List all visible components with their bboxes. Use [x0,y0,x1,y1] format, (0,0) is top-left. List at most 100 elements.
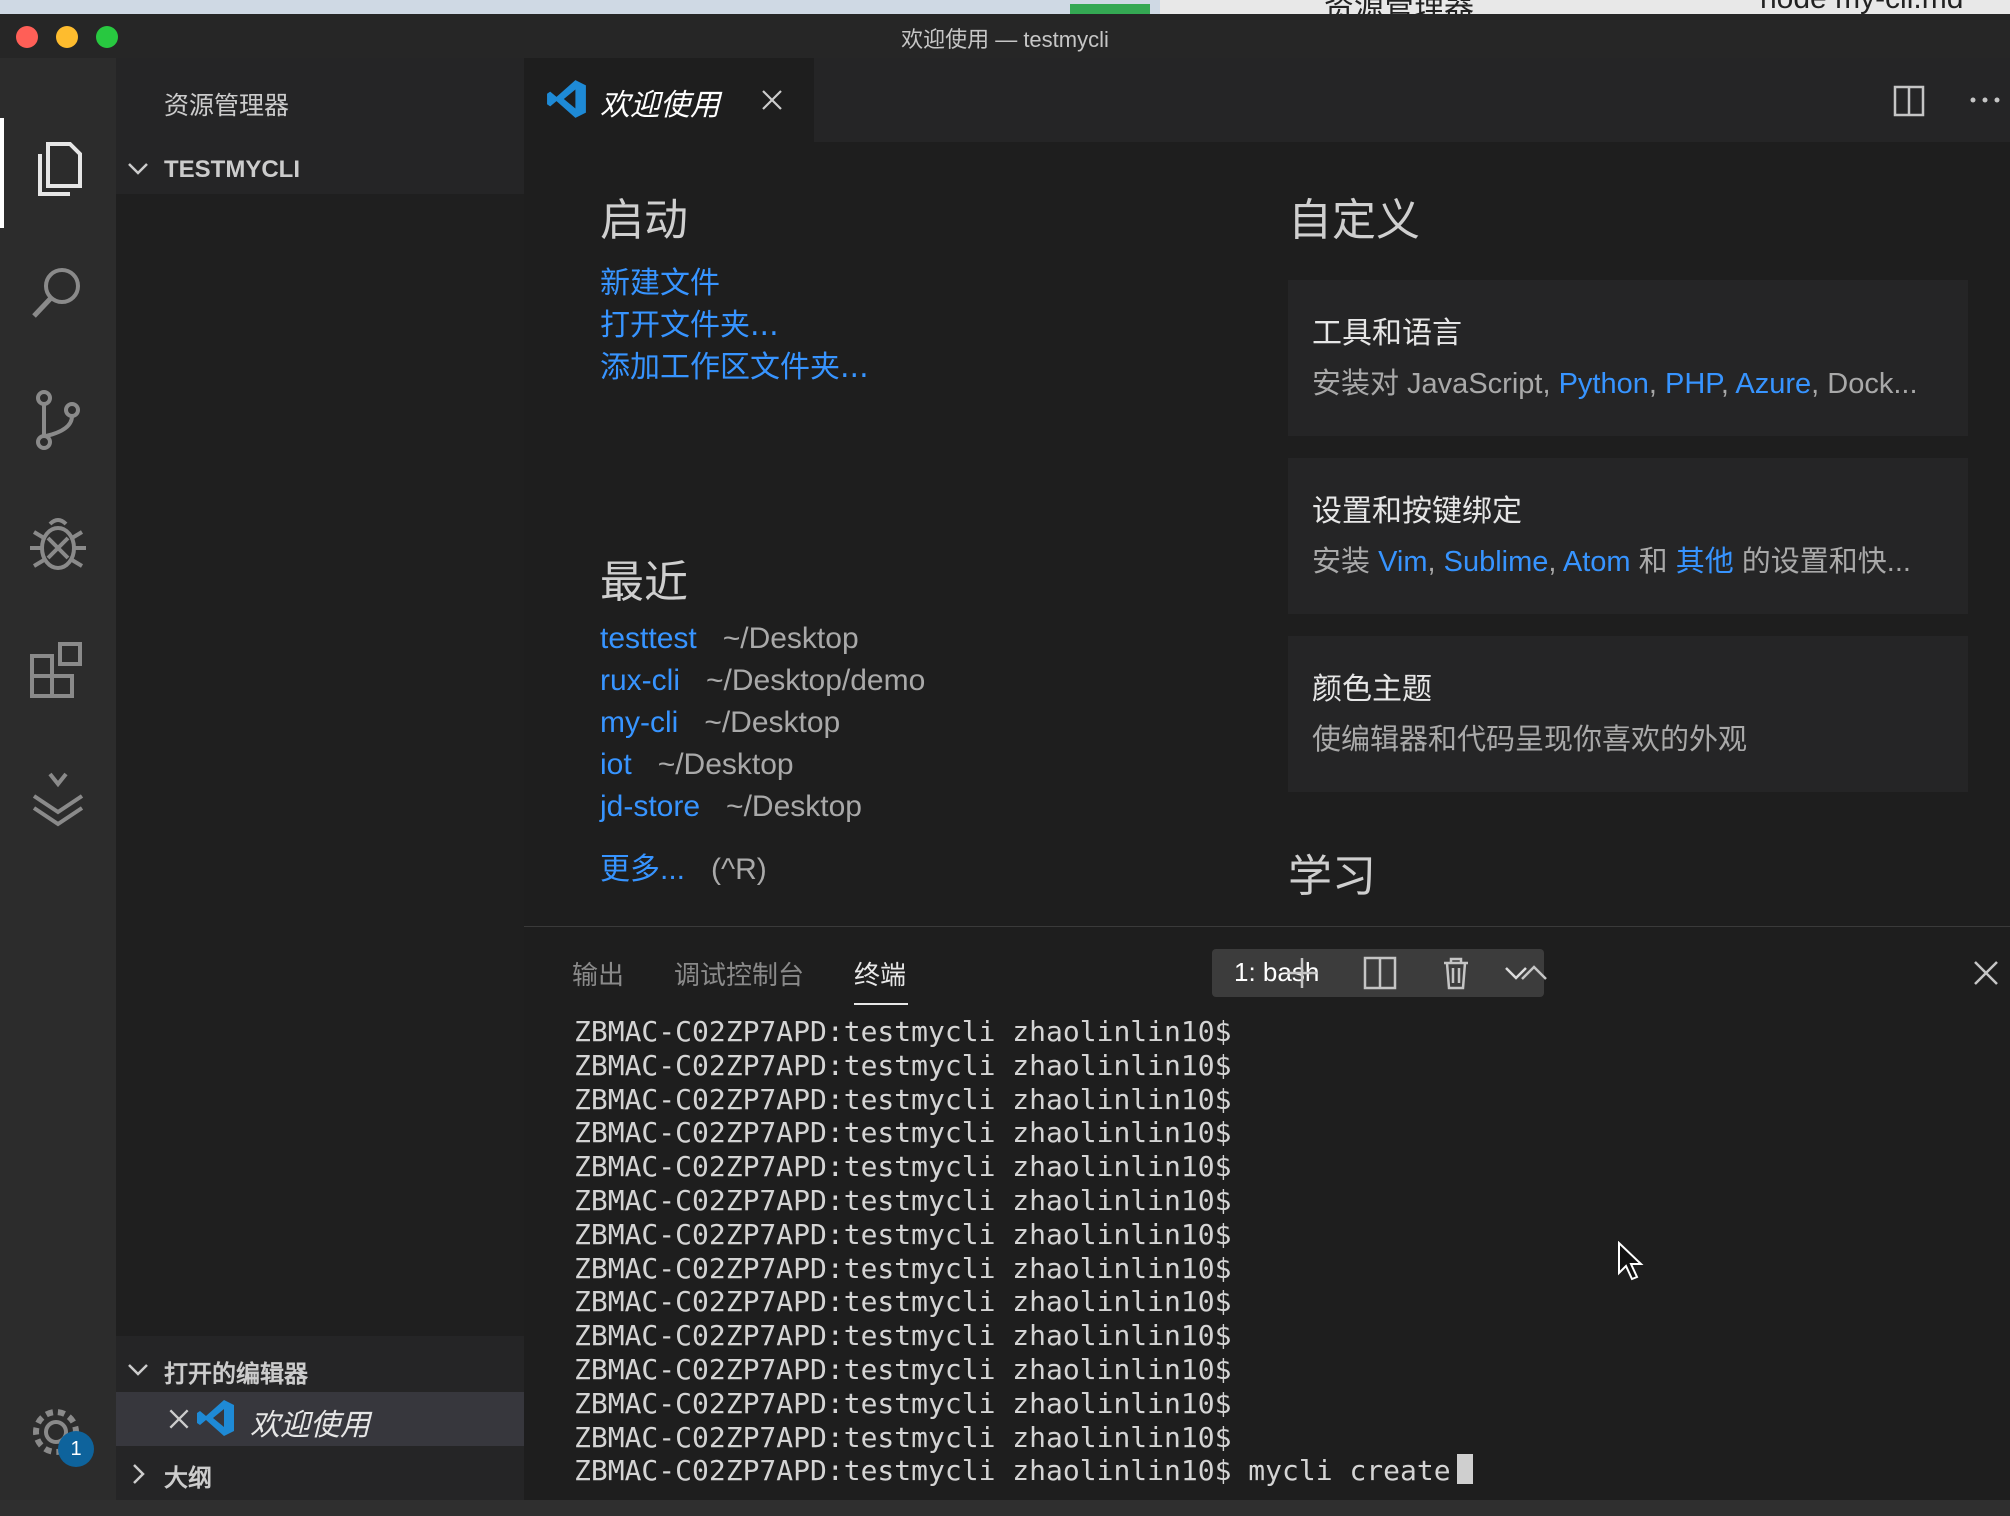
vscode-logo-icon [547,80,586,118]
card-description: 使编辑器和代码呈现你喜欢的外观 [1312,724,1748,756]
terminal-line: ZBMAC-C02ZP7APD:testmycli zhaolinlin10$ [574,1319,1232,1353]
search-icon[interactable] [22,258,94,330]
terminal-line: ZBMAC-C02ZP7APD:testmycli zhaolinlin10$ [574,1015,1232,1048]
azure-link[interactable]: Azure [1735,368,1811,400]
open-editors-header[interactable]: 打开的编辑器 [116,1350,524,1390]
chevron-down-icon [128,163,148,175]
recent-item: iot ~/Desktop [600,748,794,788]
outline-title: 大纲 [164,1465,212,1492]
debug-icon[interactable] [22,508,94,580]
recent-more-link[interactable]: 更多... [600,853,685,886]
tab-output[interactable]: 输出 [572,955,624,992]
split-editor-icon[interactable] [1892,84,1926,118]
tab-label: 欢迎使用 [600,88,720,123]
recent-item: jd-store ~/Desktop [600,790,862,830]
outline-header[interactable]: 大纲 [116,1454,524,1494]
extensions-icon[interactable] [22,634,94,706]
card-color-theme[interactable]: 颜色主题 使编辑器和代码呈现你喜欢的外观 [1288,636,1968,792]
add-workspace-folder-link[interactable]: 添加工作区文件夹... [600,342,869,386]
terminal-line: ZBMAC-C02ZP7APD:testmycli zhaolinlin10$ [574,1082,1232,1116]
recent-item-path: ~/Desktop [704,706,841,739]
card-desc-sep: , [1720,368,1736,400]
folder-name: TESTMYCLI [164,156,300,183]
others-link[interactable]: 其他 [1676,546,1734,578]
activity-bar: 1 [0,58,116,1500]
recent-item: rux-cli ~/Desktop/demo [600,664,925,704]
open-folder-link[interactable]: 打开文件夹... [600,300,779,344]
recent-item-name[interactable]: iot [600,748,632,781]
explorer-icon[interactable] [22,132,94,204]
recent-more-shortcut: (^R) [711,853,767,886]
title-bar: 欢迎使用 — testmycli [0,14,2010,59]
card-tools-languages[interactable]: 工具和语言 安装对 JavaScript, Python, PHP, Azure… [1288,280,1968,436]
chevron-up-icon[interactable] [1514,953,1554,993]
recent-item-name[interactable]: my-cli [600,706,678,739]
recent-item: testtest ~/Desktop [600,622,859,662]
active-tab-underline [854,1003,908,1005]
start-title: 启动 [600,195,688,246]
card-settings-keybindings[interactable]: 设置和按键绑定 安装 Vim, Sublime, Atom 和 其他 的设置和快… [1288,458,1968,614]
folder-header[interactable]: TESTMYCLI [116,148,524,190]
php-link[interactable]: PHP [1665,368,1721,400]
card-desc-sep: , [1427,546,1444,578]
editor-tab-bar: 欢迎使用 [524,58,2010,142]
bg-green-tab [1070,4,1150,14]
new-terminal-icon[interactable] [1282,953,1322,993]
card-description: 安装对 JavaScript, Python, PHP, Azure, Dock… [1312,360,1918,402]
active-indicator [0,118,4,228]
card-description: 安装 Vim, Sublime, Atom 和 其他 的设置和快... [1312,538,1911,580]
split-terminal-icon[interactable] [1360,953,1400,993]
recent-item-path: ~/Desktop [722,622,859,655]
open-editor-item[interactable]: 欢迎使用 [116,1392,524,1446]
python-link[interactable]: Python [1559,368,1649,400]
card-desc-sep: 和 [1630,546,1676,578]
bottom-panel: 输出 调试控制台 终端 1: bash ZBMAC-C02ZP7APD:test… [524,926,2010,1501]
card-desc-text: 安装 [1312,546,1379,578]
new-file-link[interactable]: 新建文件 [600,258,720,302]
welcome-page: 启动 新建文件 打开文件夹... 添加工作区文件夹... 最近 testtest… [524,142,2010,926]
card-title: 颜色主题 [1312,672,1432,707]
status-bar [0,1500,2010,1516]
close-icon[interactable] [760,88,784,112]
terminal-line: ZBMAC-C02ZP7APD:testmycli zhaolinlin10$ [574,1048,1232,1082]
terminal-output[interactable]: ZBMAC-C02ZP7APD:testmycli zhaolinlin10$ Z… [574,1015,1473,1488]
card-desc-sep: , [1648,368,1665,400]
more-actions-icon[interactable] [1968,92,2002,108]
terminal-line: ZBMAC-C02ZP7APD:testmycli zhaolinlin10$ [574,1217,1232,1251]
close-panel-icon[interactable] [1966,953,2006,993]
terminal-line: ZBMAC-C02ZP7APD:testmycli zhaolinlin10$ [574,1116,1232,1150]
recent-item-name[interactable]: jd-store [600,790,700,823]
card-title: 工具和语言 [1312,316,1462,351]
recent-item-name[interactable]: testtest [600,622,697,655]
mouse-cursor-icon [1618,1241,1644,1281]
tab-debug-console[interactable]: 调试控制台 [674,955,804,992]
tab-terminal[interactable]: 终端 [854,955,906,992]
vim-link[interactable]: Vim [1378,546,1427,578]
close-icon[interactable] [166,1406,192,1432]
recent-item: my-cli ~/Desktop [600,706,840,746]
sidebar-header: 资源管理器 [164,91,290,120]
vscode-logo-icon [197,1400,234,1436]
terminal-line: ZBMAC-C02ZP7APD:testmycli zhaolinlin10$ [574,1420,1232,1454]
terminal-line: ZBMAC-C02ZP7APD:testmycli zhaolinlin10$ [574,1251,1232,1285]
sublime-link[interactable]: Sublime [1444,546,1549,578]
bg-strip-segment [0,0,1160,14]
window-title: 欢迎使用 — testmycli [901,27,1109,52]
sidebar: 资源管理器 TESTMYCLI 打开的编辑器 欢迎使用 大纲 [116,58,524,1500]
recent-item-path: ~/Desktop [657,748,794,781]
learn-title: 学习 [1288,851,1376,902]
chevron-down-icon [128,1364,148,1376]
background-window-strip: 资源管理器 node my-cli.md [0,0,2010,24]
customize-title: 自定义 [1288,195,1420,246]
terminal-input-line[interactable]: ZBMAC-C02ZP7APD:testmycli zhaolinlin10$ … [574,1454,1473,1488]
trash-icon[interactable] [1436,953,1476,993]
card-desc-text: 安装对 JavaScript, [1312,368,1559,400]
terminal-line: ZBMAC-C02ZP7APD:testmycli zhaolinlin10$ [574,1285,1232,1319]
tab-welcome[interactable]: 欢迎使用 [524,58,814,142]
layers-icon[interactable] [22,760,94,832]
card-desc-text: 的设置和快... [1733,546,1911,578]
recent-title: 最近 [600,557,688,608]
atom-link[interactable]: Atom [1563,546,1631,578]
source-control-icon[interactable] [22,384,94,456]
recent-item-name[interactable]: rux-cli [600,664,680,697]
